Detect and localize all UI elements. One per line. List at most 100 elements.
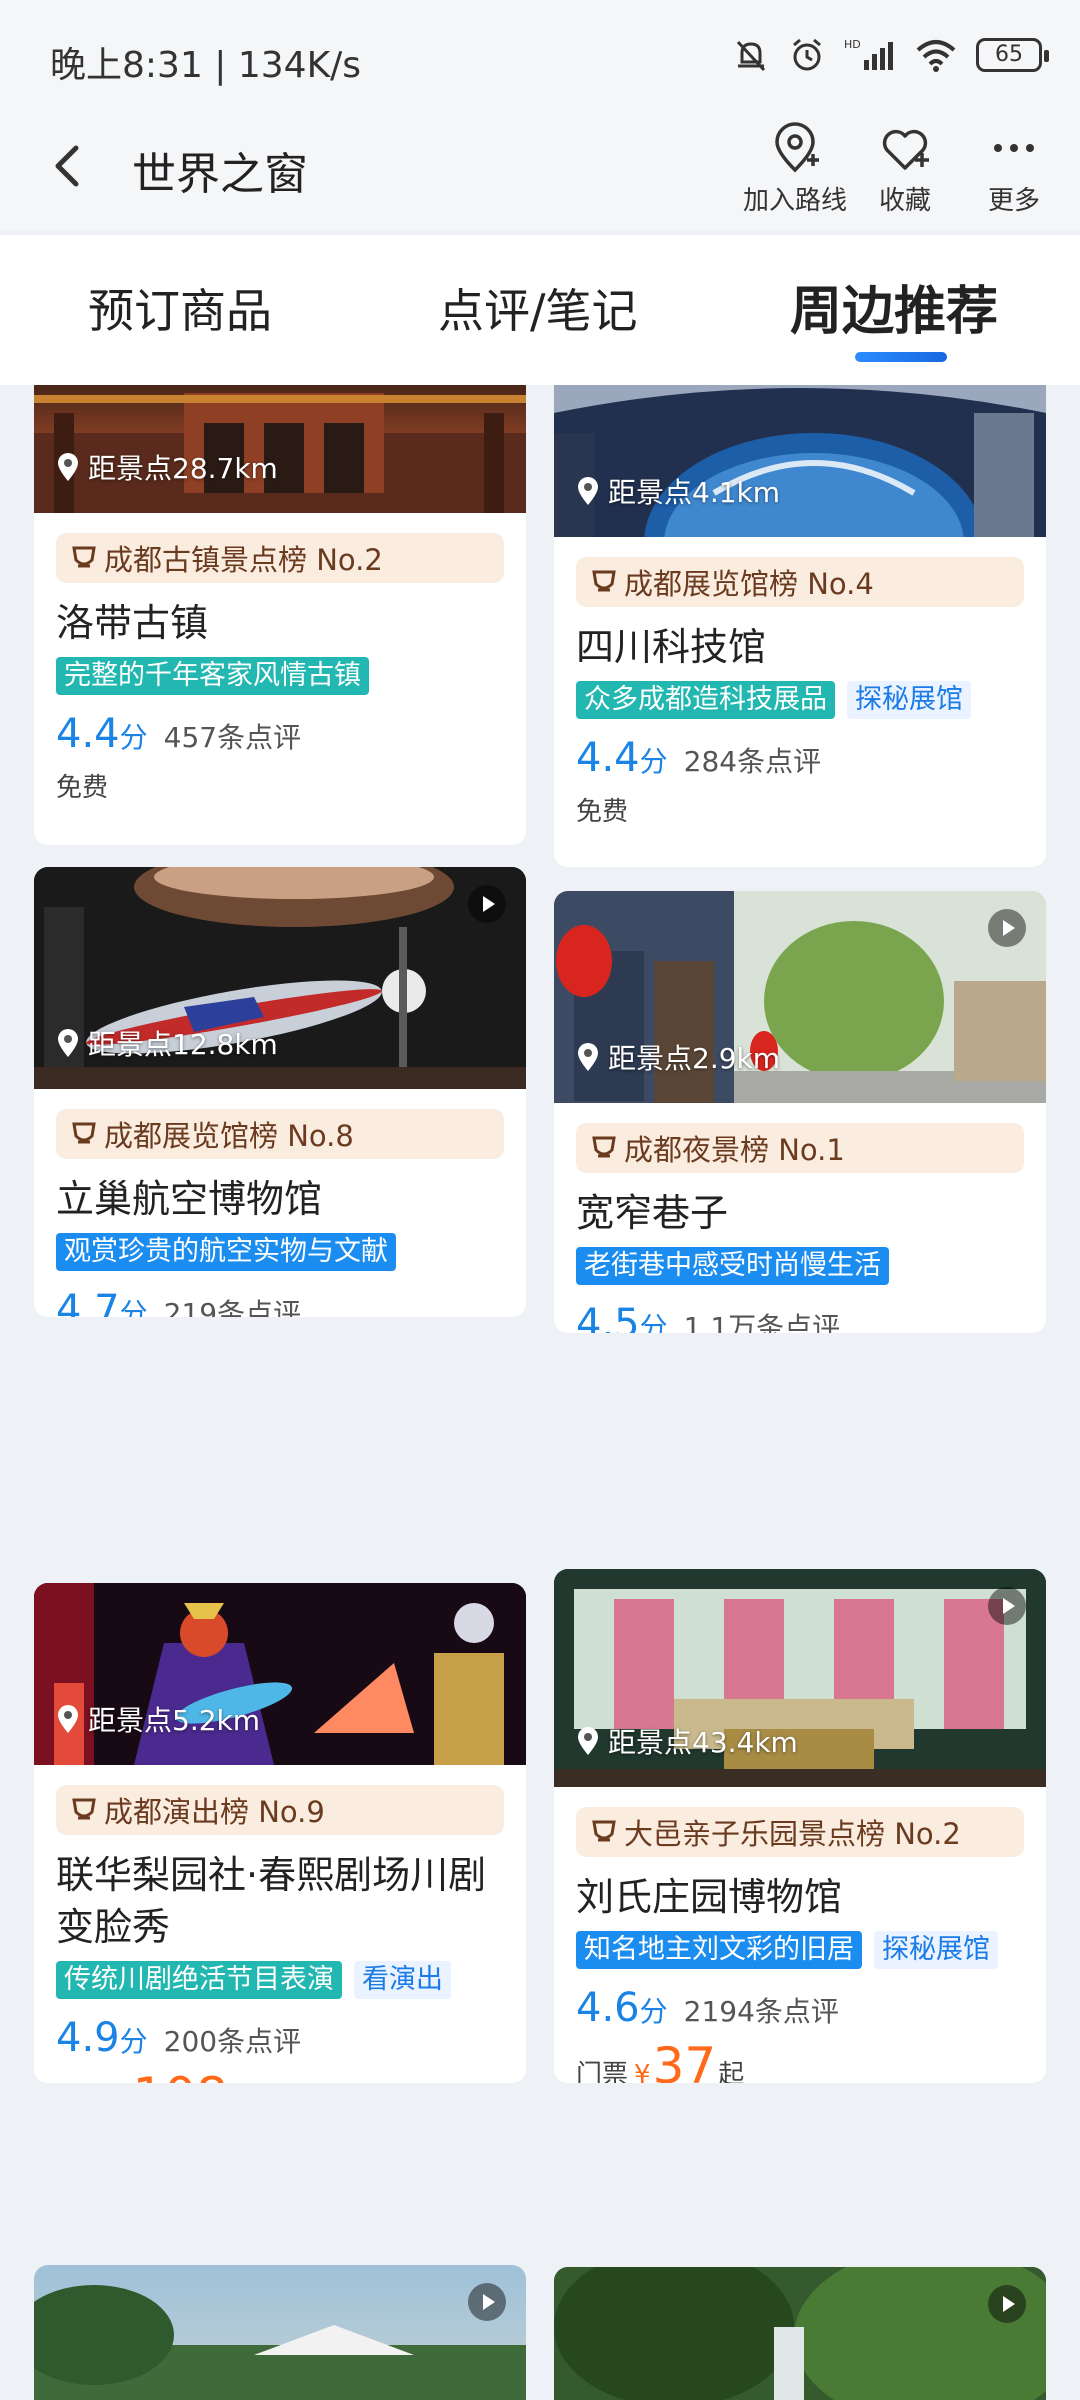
- distance-label: 距景点4.1km: [576, 471, 780, 511]
- attraction-image: [554, 2267, 1046, 2400]
- attraction-name: 立巢航空博物馆: [56, 1177, 323, 1221]
- active-tab-indicator: [855, 352, 947, 362]
- play-video-icon[interactable]: [468, 2283, 506, 2321]
- card-body: 大邑亲子乐园景点榜 No.2 刘氏庄园博物馆 知名地主刘文彩的旧居 探秘展馆 4…: [554, 1787, 1046, 2083]
- attraction-card[interactable]: 距景点5.2km 成都演出榜 No.9 联华梨园社·春熙剧场川剧变脸秀 传统川剧…: [34, 1583, 526, 2083]
- price-row: 门票 ¥ 108 起: [56, 2067, 504, 2083]
- distance-label: 距景点12.8km: [56, 1023, 278, 1063]
- tag-list: 观赏珍贵的航空实物与文献: [56, 1233, 504, 1271]
- feature-tag: 传统川剧绝活节目表演: [56, 1961, 342, 1999]
- favorite-button[interactable]: 收藏: [845, 120, 965, 217]
- score: 4.4分: [56, 711, 148, 757]
- status-icons: HD 65: [732, 36, 1049, 74]
- card-body: 成都演出榜 No.9 联华梨园社·春熙剧场川剧变脸秀 传统川剧绝活节目表演 看演…: [34, 1765, 526, 2083]
- score: 4.5分: [576, 1301, 668, 1333]
- review-count: 1.1万条点评: [683, 1311, 841, 1333]
- attraction-card[interactable]: 距景点28.7km 成都古镇景点榜 No.2 洛带古镇 完整的千年客家风情古镇 …: [34, 385, 526, 845]
- score: 4.9分: [56, 2015, 148, 2061]
- feature-tag: 众多成都造科技展品: [576, 681, 835, 719]
- tag-list: 传统川剧绝活节目表演 看演出: [56, 1961, 504, 1999]
- add-route-button[interactable]: 加入路线: [735, 120, 855, 217]
- science-museum-photo: [554, 385, 1046, 537]
- attraction-image: 距景点2.9km: [554, 891, 1046, 1103]
- card-body: 成都展览馆榜 No.4 四川科技馆 众多成都造科技展品 探秘展馆 4.4分 28…: [554, 537, 1046, 852]
- favorite-label: 收藏: [878, 186, 931, 216]
- review-count: 2194条点评: [683, 1995, 839, 2028]
- tab-reviews[interactable]: 点评/笔记: [438, 275, 638, 341]
- trophy-icon: [72, 1122, 96, 1144]
- distance-label: 距景点5.2km: [56, 1699, 260, 1739]
- location-pin-icon: [58, 453, 78, 481]
- rank-badge[interactable]: 大邑亲子乐园景点榜 No.2: [576, 1807, 1024, 1857]
- tag-list: 众多成都造科技展品 探秘展馆: [576, 681, 1024, 719]
- tab-booking[interactable]: 预订商品: [88, 275, 272, 341]
- trophy-icon: [72, 546, 96, 568]
- add-route-icon: [775, 122, 819, 173]
- tag-list: 完整的千年客家风情古镇: [56, 657, 504, 695]
- heart-plus-icon: [882, 129, 929, 170]
- review-count: 200条点评: [163, 2025, 302, 2058]
- page-title: 世界之窗: [132, 149, 308, 200]
- distance-label: 距景点43.4km: [576, 1721, 798, 1761]
- tab-bar: 预订商品 点评/笔记 周边推荐: [0, 235, 1080, 385]
- price-value: 37: [652, 2037, 717, 2083]
- card-body: 成都夜景榜 No.1 宽窄巷子 老街巷中感受时尚慢生活 4.5分 1.1万条点评…: [554, 1103, 1046, 1333]
- attraction-name: 刘氏庄园博物馆: [576, 1875, 843, 1919]
- attraction-card[interactable]: 距景点12.8km 成都展览馆榜 No.8 立巢航空博物馆 观赏珍贵的航空实物与…: [34, 867, 526, 1317]
- nearby-list[interactable]: 距景点28.7km 成都古镇景点榜 No.2 洛带古镇 完整的千年客家风情古镇 …: [0, 385, 1080, 2400]
- feature-tag: 观赏珍贵的航空实物与文献: [56, 1233, 396, 1271]
- rating-row: 4.7分 219条点评: [56, 1287, 504, 1317]
- tab-nearby[interactable]: 周边推荐: [790, 269, 998, 344]
- trophy-icon: [72, 1798, 96, 1820]
- attraction-card[interactable]: 距景点4.1km 成都展览馆榜 No.4 四川科技馆 众多成都造科技展品 探秘展…: [554, 385, 1046, 867]
- play-video-icon[interactable]: [468, 885, 506, 923]
- back-button[interactable]: [40, 136, 100, 196]
- rank-badge[interactable]: 成都夜景榜 No.1: [576, 1123, 1024, 1173]
- wifi-icon: [916, 40, 956, 72]
- attraction-image: 距景点4.1km: [554, 385, 1046, 537]
- location-pin-icon: [58, 1029, 78, 1057]
- forest-waterfall-photo: [554, 2267, 1046, 2400]
- rating-row: 4.5分 1.1万条点评: [576, 1301, 1024, 1333]
- rating-row: 4.9分 200条点评: [56, 2015, 504, 2061]
- location-pin-icon: [58, 1705, 78, 1733]
- play-video-icon[interactable]: [988, 909, 1026, 947]
- card-body: 成都古镇景点榜 No.2 洛带古镇 完整的千年客家风情古镇 4.4分 457条点…: [34, 513, 526, 828]
- rating-row: 4.4分 284条点评: [576, 735, 1024, 781]
- feature-tag: 老街巷中感受时尚慢生活: [576, 1247, 889, 1285]
- back-arrow-icon: [55, 145, 79, 187]
- card-body: 成都展览馆榜 No.8 立巢航空博物馆 观赏珍贵的航空实物与文献 4.7分 21…: [34, 1089, 526, 1317]
- tag-list: 知名地主刘文彩的旧居 探秘展馆: [576, 1931, 1024, 1969]
- mute-bell-icon: [736, 40, 766, 72]
- review-count: 457条点评: [163, 721, 302, 754]
- feature-tag: 知名地主刘文彩的旧居: [576, 1931, 862, 1969]
- distance-label: 距景点2.9km: [576, 1037, 780, 1077]
- attraction-image: 距景点12.8km: [34, 867, 526, 1089]
- rank-badge[interactable]: 成都演出榜 No.9: [56, 1785, 504, 1835]
- rating-row: 4.6分 2194条点评: [576, 1985, 1024, 2031]
- attraction-name: 联华梨园社·春熙剧场川剧变脸秀: [56, 1853, 487, 1949]
- free-label: 免费: [576, 797, 629, 827]
- rank-badge[interactable]: 成都古镇景点榜 No.2: [56, 533, 504, 583]
- rank-badge[interactable]: 成都展览馆榜 No.4: [576, 557, 1024, 607]
- attraction-image: 距景点28.7km: [34, 385, 526, 513]
- play-video-icon[interactable]: [988, 2285, 1026, 2323]
- add-route-label: 加入路线: [742, 186, 847, 216]
- price-row: 门票 ¥ 37 起: [576, 2037, 1024, 2083]
- attraction-card[interactable]: 距景点2.9km 成都夜景榜 No.1 宽窄巷子 老街巷中感受时尚慢生活 4.5…: [554, 891, 1046, 1333]
- category-tag: 探秘展馆: [874, 1931, 998, 1969]
- attraction-card[interactable]: [554, 2267, 1046, 2400]
- play-video-icon[interactable]: [988, 1587, 1026, 1625]
- attraction-name: 洛带古镇: [56, 601, 209, 645]
- score: 4.4分: [576, 735, 668, 781]
- distance-label: 距景点28.7km: [56, 447, 278, 487]
- rank-badge[interactable]: 成都展览馆榜 No.8: [56, 1109, 504, 1159]
- attraction-card[interactable]: 距景点43.4km 大邑亲子乐园景点榜 No.2 刘氏庄园博物馆 知名地主刘文彩…: [554, 1569, 1046, 2083]
- category-tag: 看演出: [354, 1961, 451, 1999]
- attraction-image: [34, 2265, 526, 2400]
- more-button[interactable]: 更多: [954, 120, 1074, 217]
- location-pin-icon: [578, 477, 598, 505]
- attraction-image: 距景点5.2km: [34, 1583, 526, 1765]
- attraction-card[interactable]: [34, 2265, 526, 2400]
- attraction-name: 四川科技馆: [576, 625, 767, 669]
